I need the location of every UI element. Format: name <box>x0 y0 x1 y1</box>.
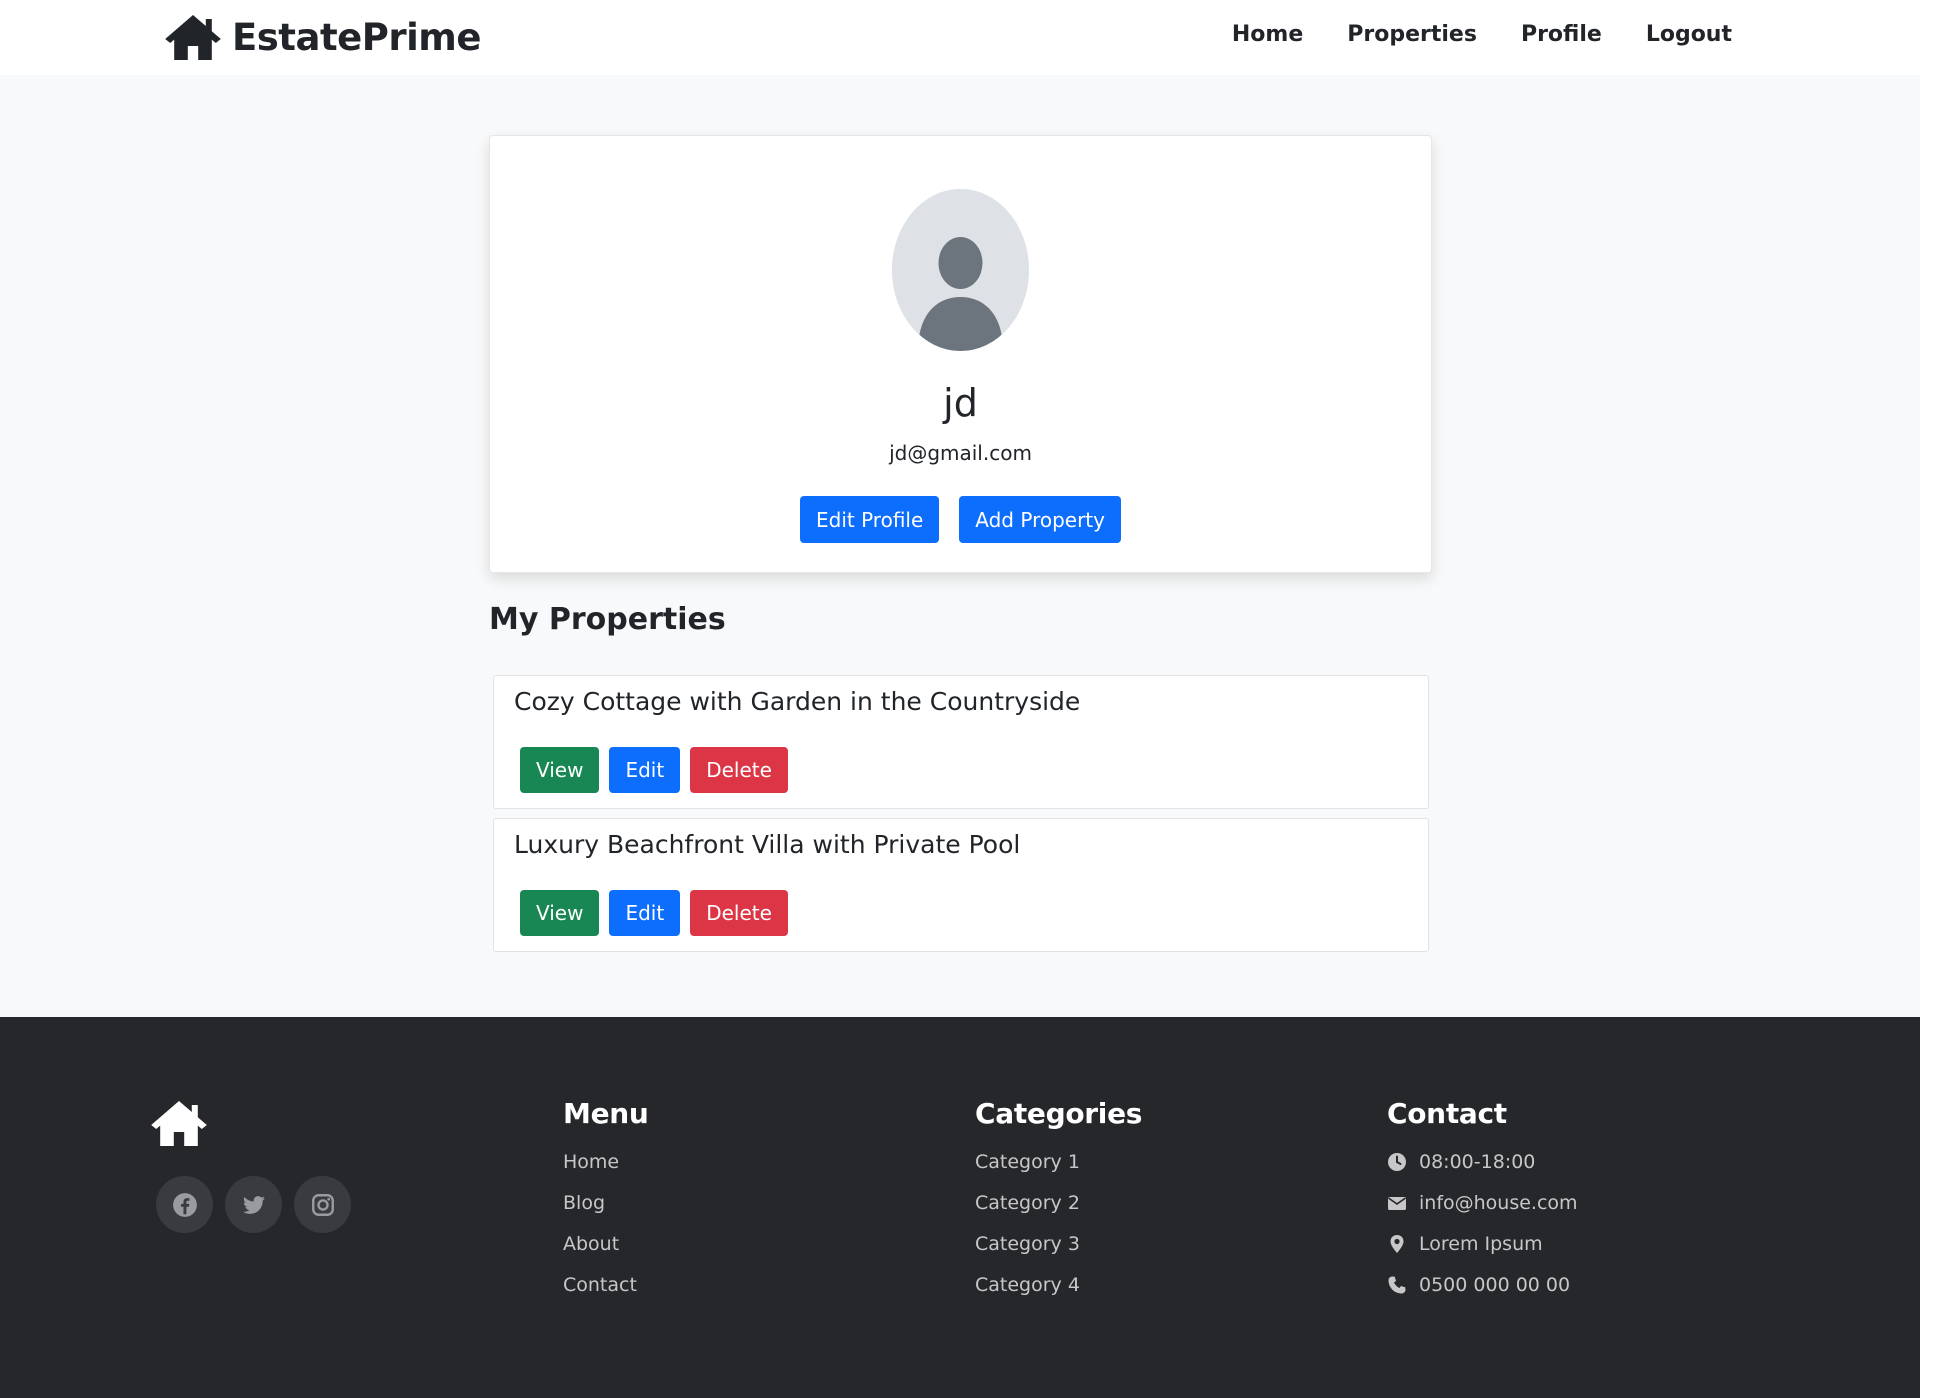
footer-link-blog[interactable]: Blog <box>563 1191 605 1215</box>
view-property-button[interactable]: View <box>520 890 600 936</box>
footer-categories-title: Categories <box>975 1097 1143 1130</box>
footer-contact-title: Contact <box>1387 1097 1507 1130</box>
delete-property-button[interactable]: Delete <box>690 890 788 936</box>
footer-category-3[interactable]: Category 3 <box>975 1232 1080 1256</box>
instagram-icon[interactable] <box>294 1176 351 1233</box>
social-links <box>156 1176 351 1233</box>
nav-properties[interactable]: Properties <box>1347 22 1477 47</box>
property-item: Cozy Cottage with Garden in the Countrys… <box>493 675 1429 809</box>
nav-home[interactable]: Home <box>1232 22 1303 47</box>
contact-email-text: info@house.com <box>1419 1192 1578 1214</box>
property-item: Luxury Beachfront Villa with Private Poo… <box>493 818 1429 952</box>
user-avatar-icon <box>892 189 1029 351</box>
envelope-icon <box>1387 1193 1407 1213</box>
footer-categories: Categories Category 1 Category 2 Categor… <box>975 1097 1142 1314</box>
my-properties-heading: My Properties <box>489 602 726 637</box>
main-nav: Home Properties Profile Logout <box>1232 22 1732 47</box>
footer-category-4[interactable]: Category 4 <box>975 1273 1080 1297</box>
house-icon <box>164 13 222 61</box>
footer-link-about[interactable]: About <box>563 1232 619 1256</box>
contact-hours: 08:00-18:00 <box>1387 1150 1578 1191</box>
page: EstatePrime Home Properties Profile Logo… <box>0 0 1920 1398</box>
brand-link[interactable]: EstatePrime <box>164 12 481 62</box>
house-icon <box>150 1099 208 1147</box>
edit-profile-button[interactable]: Edit Profile <box>800 496 940 543</box>
map-pin-icon <box>1387 1234 1407 1254</box>
property-title: Luxury Beachfront Villa with Private Poo… <box>514 830 1021 859</box>
add-property-button[interactable]: Add Property <box>959 496 1121 543</box>
contact-address-text: Lorem Ipsum <box>1419 1233 1543 1255</box>
profile-card: jd jd@gmail.com Edit Profile Add Propert… <box>489 135 1432 573</box>
twitter-icon[interactable] <box>225 1176 282 1233</box>
profile-username: jd <box>943 381 978 425</box>
footer-contact: Contact 08:00-18:00 info@house.com Lorem… <box>1387 1097 1578 1314</box>
footer-category-2[interactable]: Category 2 <box>975 1191 1080 1215</box>
contact-address: Lorem Ipsum <box>1387 1232 1578 1273</box>
contact-phone: 0500 000 00 00 <box>1387 1273 1578 1314</box>
navbar: EstatePrime Home Properties Profile Logo… <box>0 0 1920 75</box>
footer-link-home[interactable]: Home <box>563 1150 619 1174</box>
footer-menu: Menu Home Blog About Contact <box>563 1097 649 1314</box>
footer: Menu Home Blog About Contact Categories … <box>0 1017 1920 1398</box>
contact-hours-text: 08:00-18:00 <box>1419 1151 1536 1173</box>
delete-property-button[interactable]: Delete <box>690 747 788 793</box>
edit-property-button[interactable]: Edit <box>609 890 681 936</box>
contact-email: info@house.com <box>1387 1191 1578 1232</box>
property-actions: View Edit Delete <box>520 890 788 936</box>
nav-logout[interactable]: Logout <box>1646 22 1732 47</box>
footer-link-contact[interactable]: Contact <box>563 1273 637 1297</box>
property-actions: View Edit Delete <box>520 747 788 793</box>
profile-email: jd@gmail.com <box>889 441 1032 465</box>
property-list: Cozy Cottage with Garden in the Countrys… <box>493 675 1429 961</box>
clock-icon <box>1387 1152 1407 1172</box>
edit-property-button[interactable]: Edit <box>609 747 681 793</box>
nav-profile[interactable]: Profile <box>1521 22 1602 47</box>
profile-actions: Edit Profile Add Property <box>490 496 1431 543</box>
facebook-icon[interactable] <box>156 1176 213 1233</box>
brand-name: EstatePrime <box>232 15 481 59</box>
footer-category-1[interactable]: Category 1 <box>975 1150 1080 1174</box>
phone-icon <box>1387 1275 1407 1295</box>
contact-phone-text: 0500 000 00 00 <box>1419 1274 1571 1296</box>
view-property-button[interactable]: View <box>520 747 600 793</box>
footer-menu-title: Menu <box>563 1097 649 1130</box>
property-title: Cozy Cottage with Garden in the Countrys… <box>514 687 1081 716</box>
